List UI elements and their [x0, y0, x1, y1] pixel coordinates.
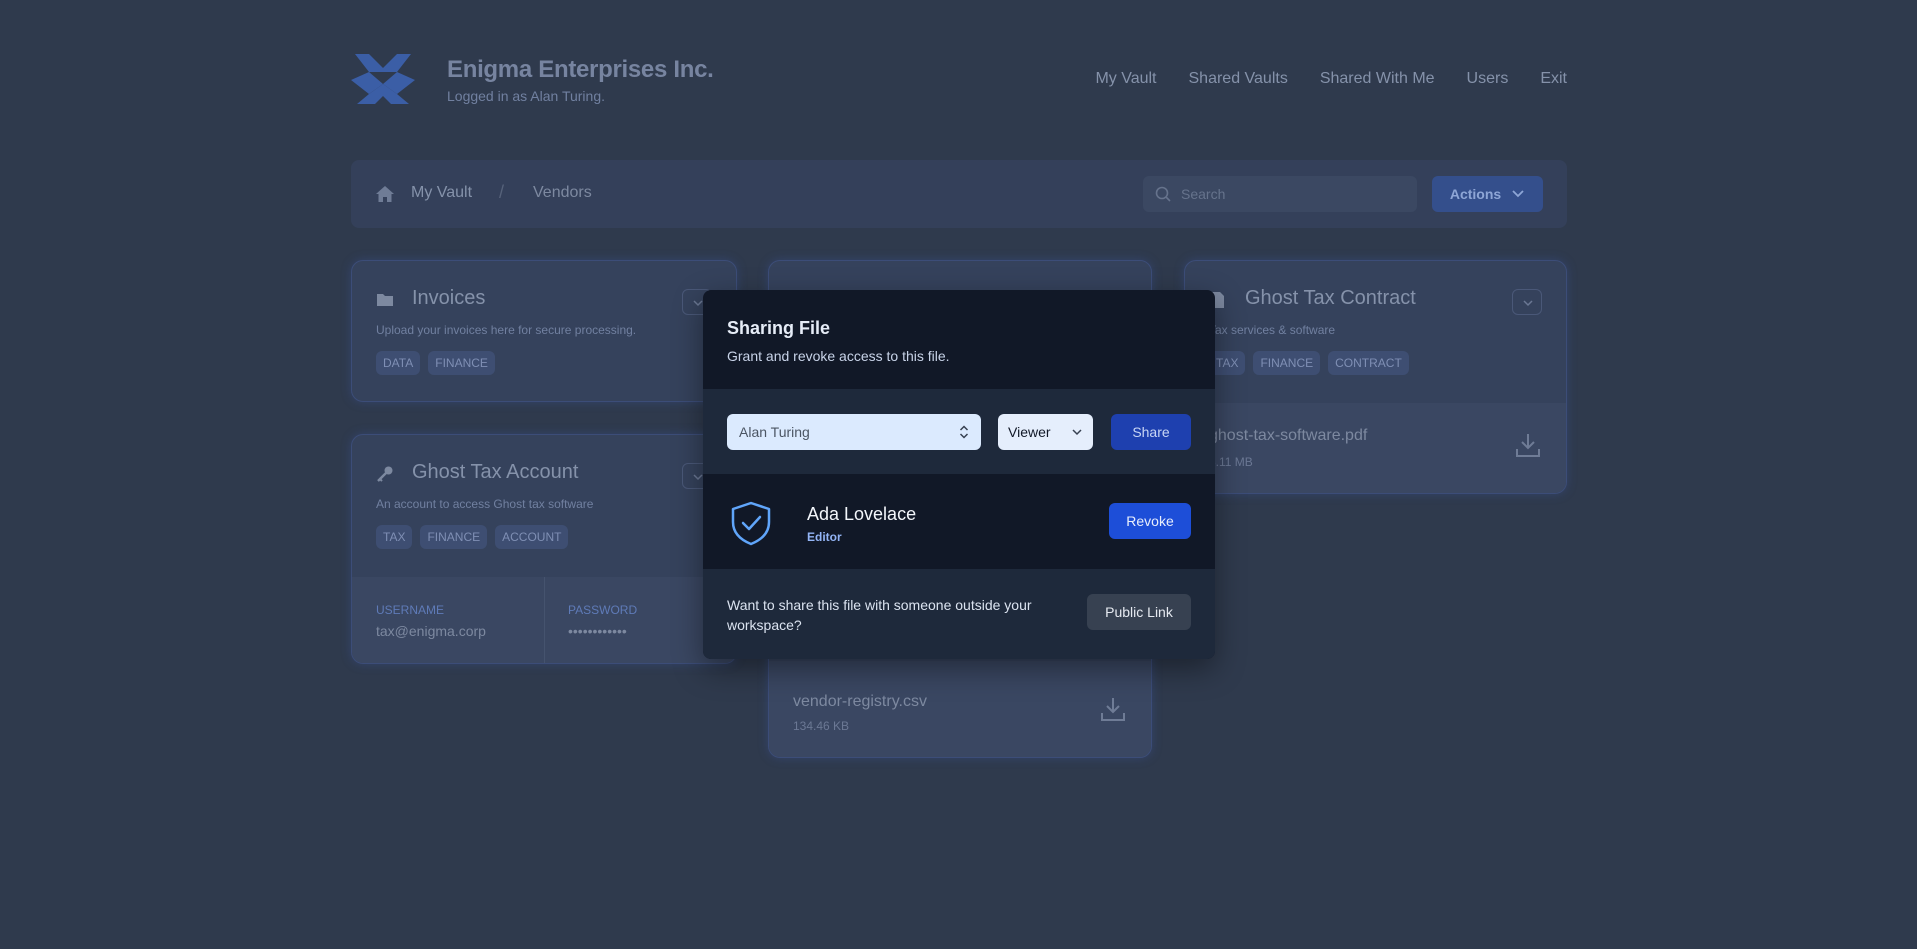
file-card-ghost-tax-contract[interactable]: Ghost Tax Contract Tax services & softwa…: [1184, 260, 1567, 494]
tag: FINANCE: [1253, 351, 1321, 375]
username-label: USERNAME: [376, 603, 445, 617]
main-nav: My Vault Shared Vaults Shared With Me Us…: [1095, 70, 1567, 88]
public-link-button[interactable]: Public Link: [1087, 594, 1191, 630]
tag: FINANCE: [420, 525, 488, 549]
nav-exit[interactable]: Exit: [1540, 70, 1567, 88]
folder-card-invoices[interactable]: Invoices Upload your invoices here for s…: [351, 260, 737, 402]
modal-subtitle: Grant and revoke access to this file.: [727, 348, 950, 364]
nav-shared-vaults[interactable]: Shared Vaults: [1189, 70, 1288, 88]
logged-in-user: Logged in as Alan Turing.: [447, 88, 606, 104]
tag: DATA: [376, 351, 421, 375]
nav-users[interactable]: Users: [1467, 70, 1509, 88]
search-icon: [1155, 186, 1171, 202]
tag: CONTRACT: [1328, 351, 1409, 375]
nav-shared-with-me[interactable]: Shared With Me: [1320, 70, 1435, 88]
folder-icon: [377, 294, 393, 306]
user-select[interactable]: Alan Turing: [727, 414, 981, 450]
shared-member-row: Ada Lovelace Editor Revoke: [703, 474, 1215, 569]
download-icon[interactable]: [1099, 695, 1127, 723]
card-description: Upload your invoices here for secure pro…: [376, 323, 637, 337]
tag-list: TAX FINANCE CONTRACT: [1209, 351, 1409, 375]
vault-toolbar: My Vault / Vendors Actions: [351, 160, 1567, 228]
credentials-panel: USERNAME tax@enigma.corp PASSWORD ••••••…: [352, 577, 736, 663]
chevron-up-down-icon: [959, 425, 969, 439]
tag: FINANCE: [428, 351, 495, 375]
nav-my-vault[interactable]: My Vault: [1095, 70, 1156, 88]
file-row: ghost-tax-software.pdf 3.11 MB: [1185, 403, 1566, 493]
chevron-down-icon: [1072, 429, 1082, 436]
key-icon: [377, 466, 393, 482]
actions-button[interactable]: Actions: [1432, 176, 1543, 212]
card-title: Ghost Tax Contract: [1245, 287, 1416, 309]
file-size: 3.11 MB: [1209, 455, 1253, 469]
tag: ACCOUNT: [495, 525, 569, 549]
file-row: vendor-registry.csv 134.46 KB: [769, 661, 1151, 757]
user-select-value: Alan Turing: [739, 424, 810, 440]
company-name: Enigma Enterprises Inc.: [447, 56, 714, 83]
actions-label: Actions: [1449, 186, 1502, 202]
shield-check-icon: [731, 501, 771, 546]
home-icon[interactable]: [375, 184, 395, 204]
role-select[interactable]: Viewer: [998, 414, 1093, 450]
breadcrumb-vendors[interactable]: Vendors: [533, 184, 592, 202]
share-form: Alan Turing Viewer Share: [703, 389, 1215, 474]
card-description: An account to access Ghost tax software: [376, 497, 594, 511]
password-value[interactable]: ••••••••••••: [568, 623, 627, 639]
card-description: Tax services & software: [1209, 323, 1336, 337]
search-box: [1143, 176, 1417, 212]
public-link-section: Want to share this file with someone out…: [703, 569, 1215, 659]
member-role: Editor: [807, 530, 842, 544]
username-value[interactable]: tax@enigma.corp: [376, 623, 486, 639]
download-icon[interactable]: [1514, 431, 1542, 459]
breadcrumb-my-vault[interactable]: My Vault: [411, 184, 472, 202]
tag-list: TAX FINANCE ACCOUNT: [376, 525, 569, 549]
sharing-file-modal: Sharing File Grant and revoke access to …: [703, 290, 1215, 659]
role-select-value: Viewer: [1008, 424, 1051, 440]
chevron-down-icon: [1512, 190, 1524, 198]
member-name: Ada Lovelace: [807, 504, 917, 524]
card-title: Invoices: [412, 287, 486, 309]
public-link-prompt: Want to share this file with someone out…: [727, 597, 1032, 633]
breadcrumb-separator: /: [499, 182, 505, 202]
card-title: Ghost Tax Account: [412, 461, 579, 483]
file-name[interactable]: vendor-registry.csv: [793, 693, 927, 711]
share-button[interactable]: Share: [1111, 414, 1191, 450]
tag: TAX: [376, 525, 413, 549]
file-name[interactable]: ghost-tax-software.pdf: [1209, 427, 1367, 445]
enigma-logo-icon: [351, 54, 415, 104]
password-label: PASSWORD: [568, 603, 638, 617]
file-size: 134.46 KB: [793, 719, 850, 733]
chevron-down-icon: [1523, 300, 1533, 307]
search-input[interactable]: [1181, 176, 1409, 212]
account-card-ghost-tax[interactable]: Ghost Tax Account An account to access G…: [351, 434, 737, 664]
card-menu-button[interactable]: [1512, 289, 1542, 315]
modal-title: Sharing File: [727, 318, 831, 338]
revoke-button[interactable]: Revoke: [1109, 503, 1191, 539]
app-header: Enigma Enterprises Inc. Logged in as Ala…: [351, 50, 1567, 112]
tag-list: DATA FINANCE: [376, 351, 495, 375]
